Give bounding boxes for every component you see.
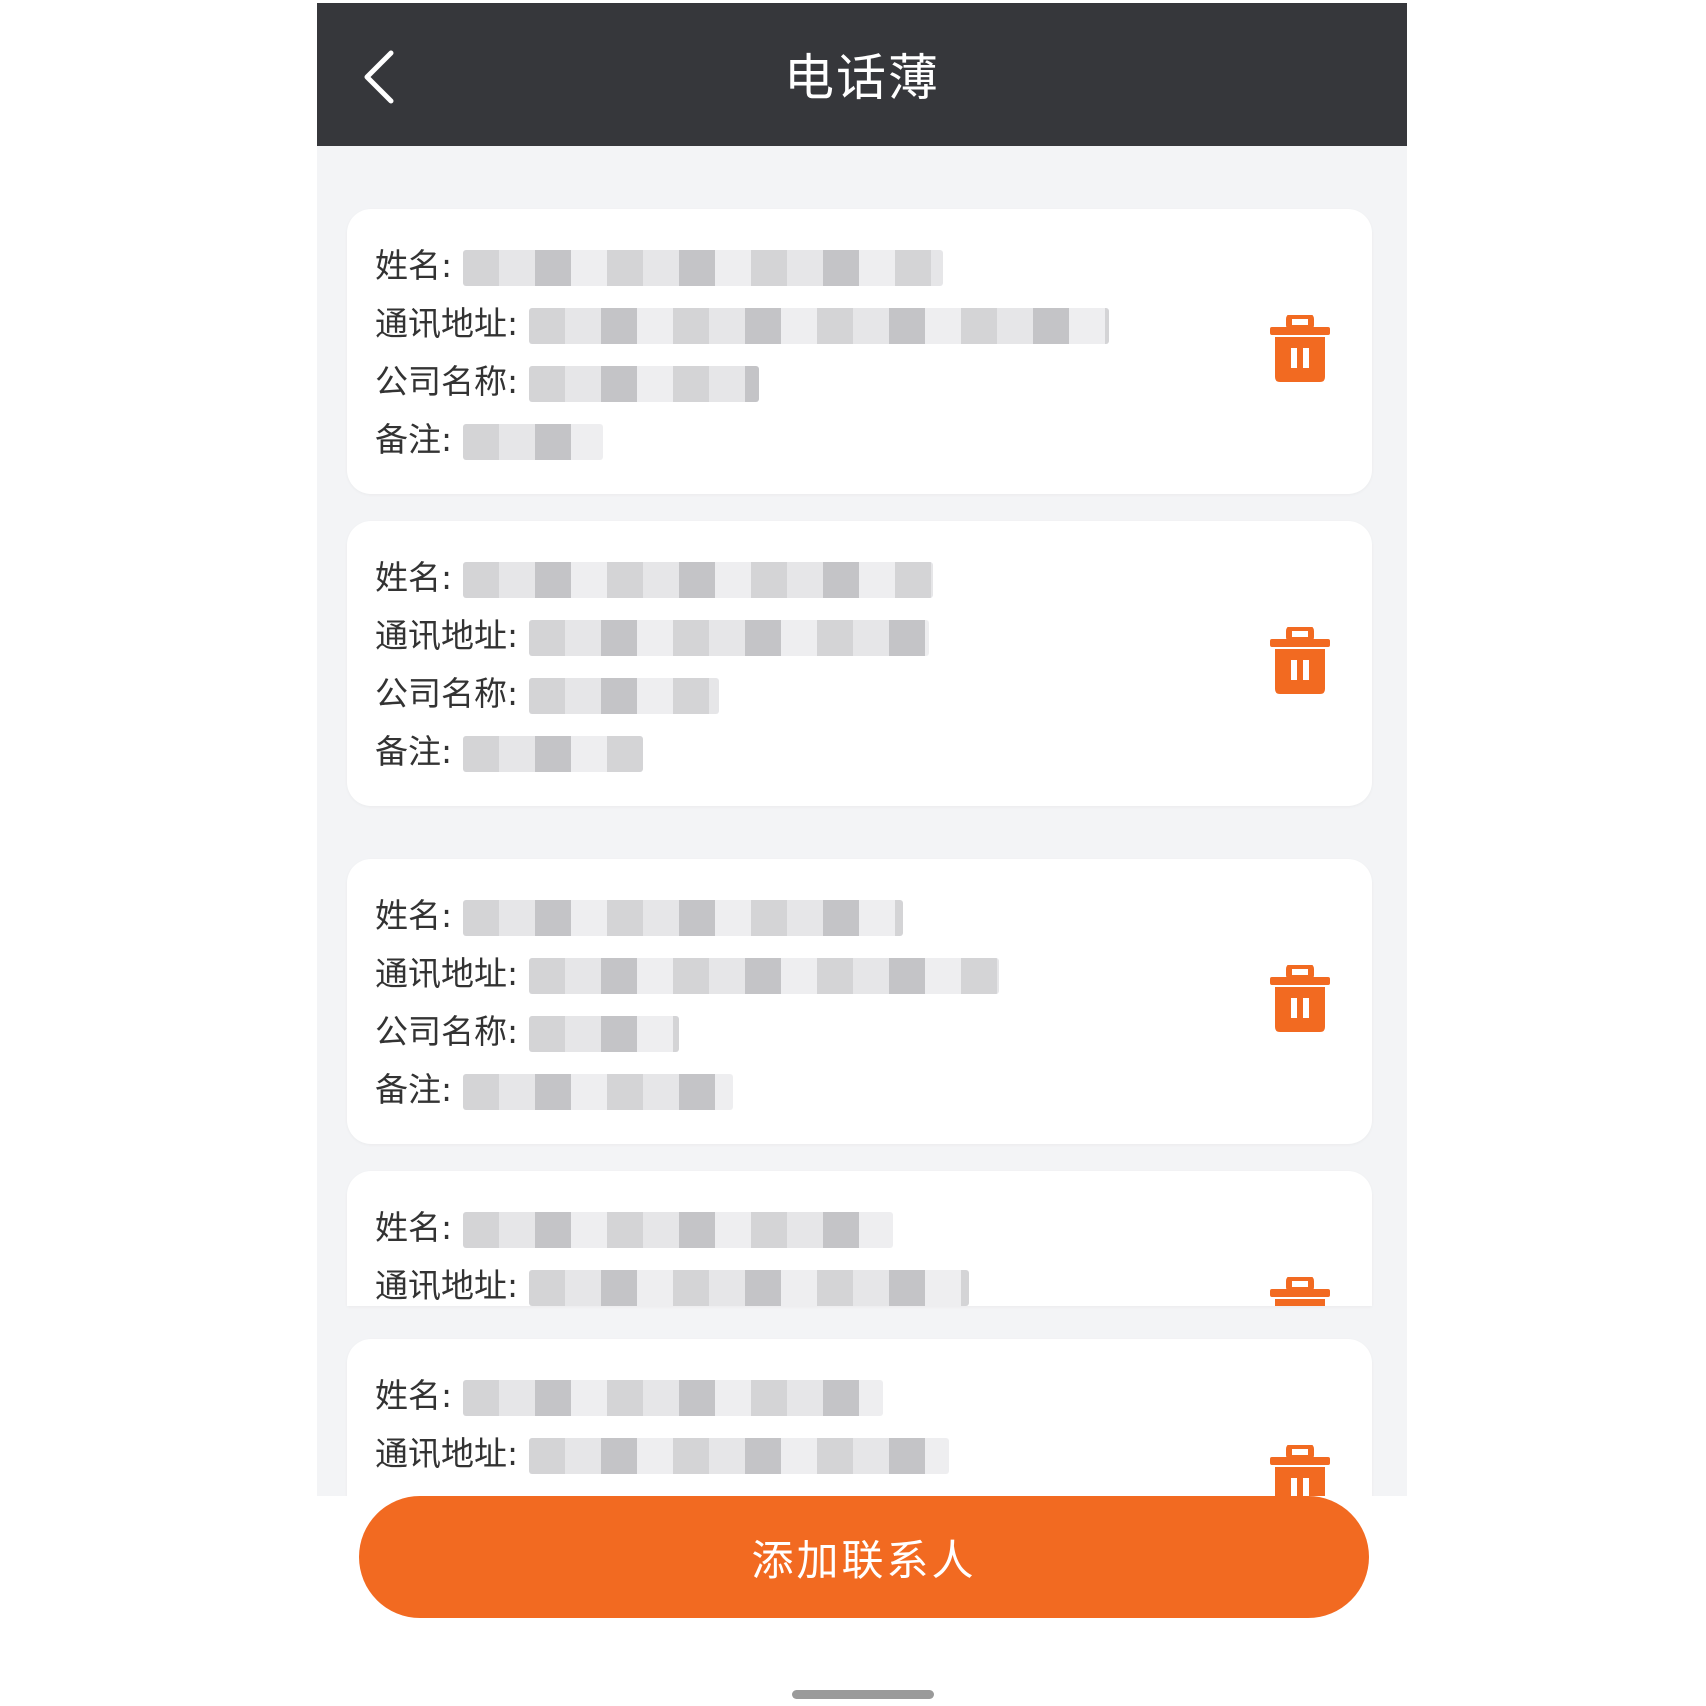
trash-icon: [1270, 963, 1330, 1032]
name-value: [462, 561, 933, 598]
contact-address-row: 通讯地址:: [375, 1432, 949, 1476]
trash-icon: [1270, 1275, 1330, 1306]
name-value: [462, 1379, 883, 1416]
remark-value: [462, 423, 603, 460]
phone-screen: 电话薄 姓名: 通讯地址: 公司名称: 备注: 姓名: 通讯地址: 公司名称: …: [317, 3, 1407, 1643]
page-title: 电话薄: [784, 49, 940, 107]
delete-contact-button[interactable]: [1269, 1443, 1331, 1496]
contact-company-row: 公司名称:: [375, 1010, 679, 1054]
remark-label: 备注:: [375, 1070, 453, 1109]
name-value: [462, 899, 903, 936]
contact-address-row: 通讯地址:: [375, 302, 1109, 346]
home-indicator[interactable]: [792, 1690, 934, 1699]
delete-contact-button[interactable]: [1269, 1275, 1331, 1306]
remark-label: 备注:: [375, 732, 453, 771]
delete-contact-button[interactable]: [1269, 625, 1331, 695]
address-value: [528, 619, 929, 656]
company-label: 公司名称:: [375, 362, 519, 401]
company-value: [528, 365, 759, 402]
contact-card: 姓名: 通讯地址: 公司名称: 备注:: [347, 209, 1372, 494]
contact-remark-row: 备注:: [375, 1068, 733, 1112]
address-label: 通讯地址:: [375, 304, 519, 343]
company-value: [528, 677, 719, 714]
contact-card: 姓名: 通讯地址:: [347, 1339, 1372, 1496]
contact-remark-row: 备注:: [375, 418, 603, 462]
contact-remark-row: 备注:: [375, 730, 643, 774]
contact-name-row: 姓名:: [375, 1374, 883, 1418]
address-value: [528, 957, 999, 994]
contact-name-row: 姓名:: [375, 556, 933, 600]
name-label: 姓名:: [375, 558, 453, 597]
remark-value: [462, 1073, 733, 1110]
trash-icon: [1270, 625, 1330, 694]
address-label: 通讯地址:: [375, 954, 519, 993]
remark-value: [462, 735, 643, 772]
name-label: 姓名:: [375, 1208, 453, 1247]
name-label: 姓名:: [375, 246, 453, 285]
address-label: 通讯地址:: [375, 616, 519, 655]
company-label: 公司名称:: [375, 674, 519, 713]
bottom-action-bar: 添加联系人: [317, 1496, 1407, 1643]
delete-contact-button[interactable]: [1269, 963, 1331, 1033]
top-nav-bar: 电话薄: [317, 3, 1407, 146]
address-value: [528, 307, 1109, 344]
address-value: [528, 1437, 949, 1474]
name-label: 姓名:: [375, 1376, 453, 1415]
address-label: 通讯地址:: [375, 1266, 519, 1305]
trash-icon: [1270, 313, 1330, 382]
contact-name-row: 姓名:: [375, 894, 903, 938]
contact-card: 姓名: 通讯地址: 公司名称: 备注:: [347, 859, 1372, 1144]
name-label: 姓名:: [375, 896, 453, 935]
contact-address-row: 通讯地址:: [375, 1264, 969, 1306]
name-value: [462, 1211, 893, 1248]
trash-icon: [1270, 1443, 1330, 1496]
contact-list[interactable]: 姓名: 通讯地址: 公司名称: 备注: 姓名: 通讯地址: 公司名称: 备注: …: [317, 146, 1407, 1496]
contact-address-row: 通讯地址:: [375, 614, 929, 658]
company-value: [528, 1015, 679, 1052]
add-contact-button[interactable]: 添加联系人: [359, 1496, 1369, 1618]
contact-name-row: 姓名:: [375, 244, 943, 288]
contact-company-row: 公司名称:: [375, 360, 759, 404]
contact-company-row: 公司名称:: [375, 672, 719, 716]
contact-address-row: 通讯地址:: [375, 952, 999, 996]
address-label: 通讯地址:: [375, 1434, 519, 1473]
name-value: [462, 249, 943, 286]
company-label: 公司名称:: [375, 1012, 519, 1051]
contact-card: 姓名: 通讯地址: 公司名称: 备注:: [347, 521, 1372, 806]
contact-card: 姓名: 通讯地址:: [347, 1171, 1372, 1306]
delete-contact-button[interactable]: [1269, 313, 1331, 383]
remark-label: 备注:: [375, 420, 453, 459]
address-value: [528, 1269, 969, 1306]
contact-name-row: 姓名:: [375, 1206, 893, 1250]
